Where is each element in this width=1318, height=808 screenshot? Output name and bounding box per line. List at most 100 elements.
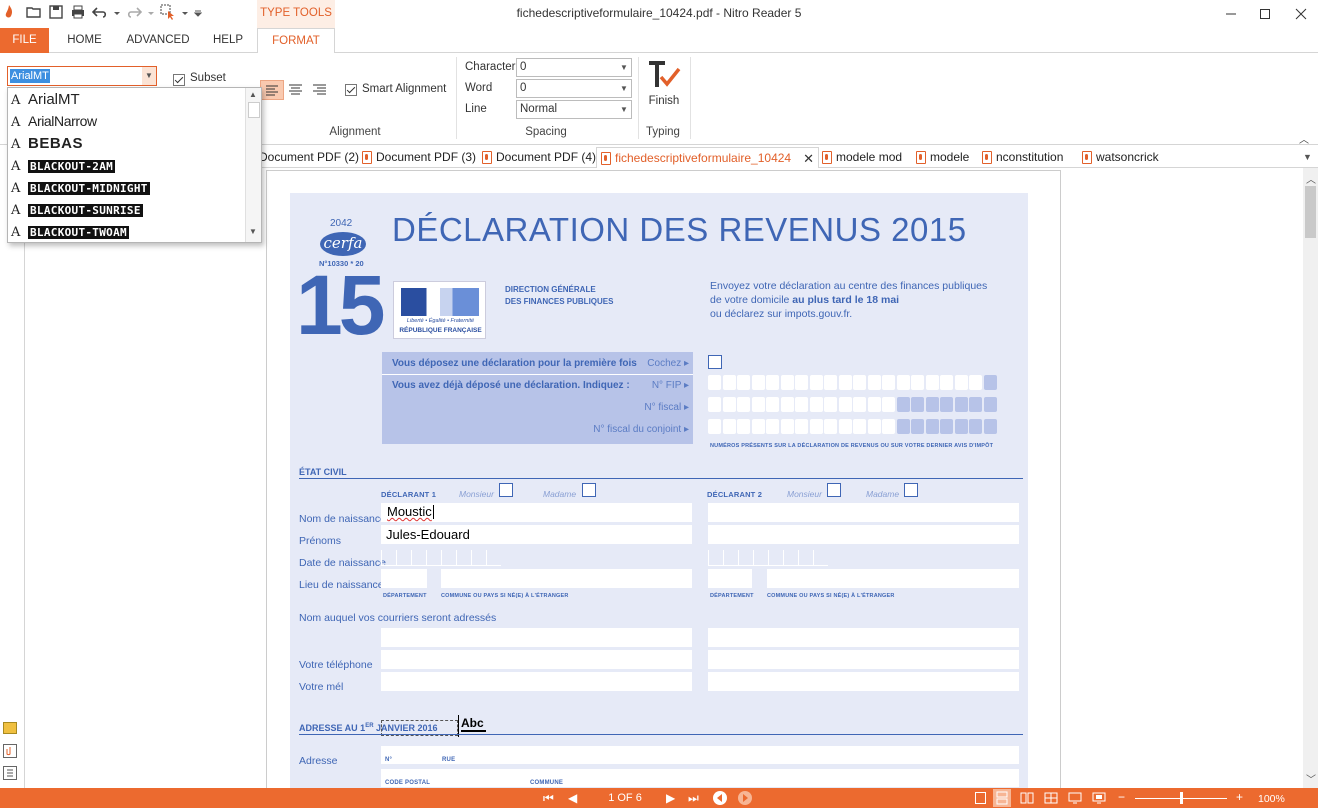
digit-box[interactable] — [708, 375, 721, 390]
d1-departement-field[interactable] — [381, 569, 427, 588]
select-dropdown-icon[interactable] — [182, 4, 188, 20]
subset-checkbox[interactable] — [173, 74, 185, 86]
doc-tab[interactable]: modele — [916, 147, 969, 168]
digit-box[interactable] — [925, 397, 939, 412]
digit-box[interactable] — [983, 375, 997, 390]
fit-page-icon[interactable] — [1092, 792, 1106, 804]
open-icon[interactable] — [26, 4, 42, 20]
digit-box[interactable] — [751, 397, 765, 412]
digit-box[interactable] — [795, 397, 808, 412]
digit-box[interactable] — [940, 397, 953, 412]
word-spacing-combo[interactable]: 0 ▼ — [516, 79, 632, 98]
pages-icon[interactable] — [3, 766, 17, 780]
align-left-button[interactable] — [260, 80, 284, 100]
align-right-button[interactable] — [309, 80, 331, 100]
scroll-up-icon[interactable]: ▲ — [249, 90, 257, 99]
code-postal-field[interactable] — [381, 769, 1019, 787]
collapse-ribbon-icon[interactable]: ︿ — [1299, 131, 1309, 146]
digit-box[interactable] — [708, 397, 721, 412]
tab-help[interactable]: HELP — [205, 28, 251, 53]
redo-icon[interactable] — [126, 4, 142, 20]
previous-page-icon[interactable]: ◀ — [568, 791, 577, 805]
customize-qat-icon[interactable] — [194, 4, 202, 20]
d2-monsieur-checkbox[interactable] — [827, 483, 841, 497]
digit-box[interactable] — [969, 397, 982, 412]
digit-box[interactable] — [766, 397, 779, 412]
digit-box[interactable] — [954, 397, 968, 412]
character-spacing-combo[interactable]: 0 ▼ — [516, 58, 632, 77]
digit-box[interactable] — [751, 419, 765, 434]
align-center-button[interactable] — [285, 80, 307, 100]
font-option[interactable]: A BEBAS — [8, 133, 245, 155]
scroll-thumb[interactable] — [248, 102, 260, 118]
digit-box[interactable] — [780, 397, 794, 412]
font-option[interactable]: A BLACKOUT-SUNRISE — [8, 199, 245, 221]
digit-box[interactable] — [882, 397, 895, 412]
digit-box[interactable] — [867, 397, 881, 412]
select-tool-icon[interactable] — [160, 4, 176, 20]
digit-box[interactable] — [780, 419, 794, 434]
digit-box[interactable] — [954, 419, 968, 434]
finish-typing-icon[interactable] — [646, 59, 682, 93]
d2-mel-field[interactable] — [708, 672, 1019, 691]
facing-view-icon[interactable] — [1020, 792, 1034, 804]
digit-box[interactable] — [867, 375, 881, 390]
font-option[interactable]: A BLACKOUT-MIDNIGHT — [8, 177, 245, 199]
minimize-button[interactable] — [1214, 0, 1248, 28]
scroll-thumb[interactable] — [1305, 186, 1316, 238]
doc-tab[interactable]: Document PDF (3) — [362, 147, 476, 168]
close-button[interactable] — [1284, 0, 1318, 28]
digit-box[interactable] — [722, 419, 736, 434]
d2-telephone-field[interactable] — [708, 650, 1019, 669]
digit-box[interactable] — [896, 419, 910, 434]
facing-continuous-icon[interactable] — [1044, 792, 1058, 804]
d2-departement-field[interactable] — [708, 569, 752, 588]
font-name-combo[interactable]: ArialMT ▼ — [7, 66, 157, 86]
digit-box[interactable] — [766, 375, 779, 390]
scroll-down-icon[interactable]: ﹀ — [1306, 771, 1316, 786]
tab-format[interactable]: FORMAT — [257, 28, 335, 54]
font-option[interactable]: A BLACKOUT-TWOAM — [8, 221, 245, 242]
d1-mel-field[interactable] — [381, 672, 692, 691]
digit-box[interactable] — [853, 419, 866, 434]
digit-box[interactable] — [882, 419, 895, 434]
digit-box[interactable] — [853, 397, 866, 412]
doc-tab-active[interactable]: fichedescriptiveformulaire_10424 ✕ — [596, 147, 820, 169]
font-name-value[interactable]: ArialMT — [10, 69, 50, 83]
d2-prenoms-field[interactable] — [708, 525, 1019, 544]
font-dropdown-list[interactable]: A ArialMT A ArialNarrow A BEBAS A BLACKOUT-2… — [7, 87, 262, 243]
first-time-checkbox[interactable] — [708, 355, 722, 369]
digit-box[interactable] — [722, 375, 736, 390]
digit-box[interactable] — [809, 419, 823, 434]
tab-file[interactable]: FILE — [0, 28, 49, 53]
smart-alignment-checkbox[interactable] — [345, 84, 357, 96]
last-page-icon[interactable]: ⏭ — [688, 791, 699, 805]
undo-icon[interactable] — [92, 4, 108, 20]
d1-nom-field[interactable]: Moustic — [381, 503, 692, 522]
d1-monsieur-checkbox[interactable] — [499, 483, 513, 497]
font-option[interactable]: A ArialNarrow — [8, 111, 245, 133]
digit-box[interactable] — [809, 375, 823, 390]
digit-box[interactable] — [911, 419, 924, 434]
digit-box[interactable] — [969, 419, 982, 434]
d1-date-field[interactable] — [381, 550, 501, 566]
digit-box[interactable] — [809, 397, 823, 412]
comments-icon[interactable] — [3, 722, 17, 734]
d2-date-field[interactable] — [708, 550, 828, 566]
zoom-out-icon[interactable]: − — [1118, 790, 1125, 804]
d1-telephone-field[interactable] — [381, 650, 692, 669]
digit-box[interactable] — [867, 419, 881, 434]
digit-box[interactable] — [737, 419, 750, 434]
digit-box[interactable] — [838, 419, 852, 434]
continuous-view-icon[interactable] — [993, 789, 1011, 807]
digit-box[interactable] — [824, 397, 837, 412]
doc-tab[interactable]: watsoncrick — [1082, 147, 1159, 168]
page-indicator[interactable]: 1 OF 6 — [600, 792, 650, 804]
digit-box[interactable] — [925, 419, 939, 434]
tabs-overflow-icon[interactable]: ▼ — [1303, 152, 1312, 162]
digit-box[interactable] — [751, 375, 765, 390]
digit-box[interactable] — [795, 375, 808, 390]
d2-courriers-field[interactable] — [708, 628, 1019, 647]
digit-box[interactable] — [911, 375, 924, 390]
adresse-field[interactable] — [381, 746, 1019, 764]
